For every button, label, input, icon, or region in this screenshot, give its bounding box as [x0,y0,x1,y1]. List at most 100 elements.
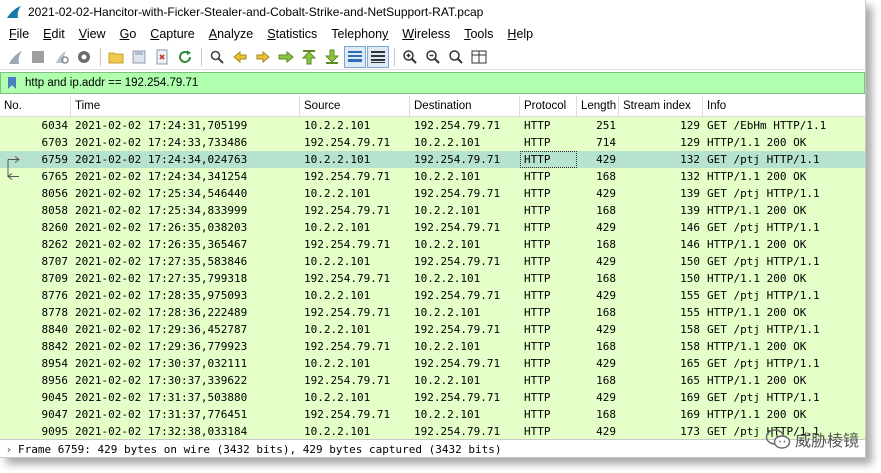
menu-item-edit[interactable]: Edit [36,27,72,41]
column-header-source[interactable]: Source [300,96,410,117]
cell-time-text: 2021-02-02 17:28:35,975093 [75,289,248,302]
cell-length: 429 [577,389,619,406]
restart-capture-icon[interactable] [50,46,72,68]
close-file-icon[interactable] [151,46,173,68]
capture-options-icon[interactable] [73,46,95,68]
cell-source-text: 10.2.2.101 [304,391,371,404]
menu-item-capture[interactable]: Capture [143,27,201,41]
open-file-icon[interactable] [105,46,127,68]
stop-capture-icon[interactable] [27,46,49,68]
menu-item-tools[interactable]: Tools [457,27,500,41]
colorize-icon[interactable] [367,45,389,68]
cell-info: HTTP/1.1 200 OK [703,406,865,423]
find-packet-icon[interactable] [206,46,228,68]
table-row[interactable]: 6765 2021-02-02 17:24:34,341254 192.254.79… [0,168,865,185]
table-row[interactable]: 8842 2021-02-02 17:29:36,779923 192.254.79… [0,338,865,355]
column-header-length[interactable]: Length [577,96,619,117]
cell-time: 2021-02-02 17:32:38,033184 [71,423,300,439]
normal-size-icon[interactable] [445,46,467,68]
bookmark-icon[interactable] [5,75,19,91]
go-back-icon[interactable] [229,46,251,68]
table-row[interactable]: 6034 2021-02-02 17:24:31,705199 10.2.2.101… [0,117,865,134]
table-row[interactable]: 8707 2021-02-02 17:27:35,583846 10.2.2.101… [0,253,865,270]
cell-protocol: HTTP [520,389,577,406]
column-header-time[interactable]: Time [71,96,300,117]
cell-no-text: 9045 [41,391,69,404]
cell-length-text: 429 [596,391,616,404]
cell-stream-index-text: 132 [680,153,700,166]
column-header-protocol[interactable]: Protocol [520,96,577,117]
table-row[interactable]: 8956 2021-02-02 17:30:37,339622 192.254.79… [0,372,865,389]
menu-item-view[interactable]: View [72,27,113,41]
table-row[interactable]: 9045 2021-02-02 17:31:37,503880 10.2.2.101… [0,389,865,406]
menu-item-analyze[interactable]: Analyze [202,27,260,41]
table-row[interactable]: 6703 2021-02-02 17:24:33,733486 192.254.79… [0,134,865,151]
table-row[interactable]: 9047 2021-02-02 17:31:37,776451 192.254.79… [0,406,865,423]
table-row[interactable]: 6759 2021-02-02 17:24:34,024763 10.2.2.101… [0,151,865,168]
display-filter-bar[interactable]: http and ip.addr == 192.254.79.71 [0,72,865,94]
cell-time-text: 2021-02-02 17:29:36,779923 [75,340,248,353]
cell-length-text: 429 [596,255,616,268]
resize-columns-icon[interactable] [468,46,490,68]
cell-length: 429 [577,185,619,202]
cell-protocol: HTTP [520,134,577,151]
zoom-out-icon[interactable] [422,46,444,68]
table-row[interactable]: 8776 2021-02-02 17:28:35,975093 10.2.2.101… [0,287,865,304]
menu-item-telephony[interactable]: Telephony [324,27,395,41]
cell-source-text: 10.2.2.101 [304,323,371,336]
table-row[interactable]: 8056 2021-02-02 17:25:34,546440 10.2.2.101… [0,185,865,202]
go-to-packet-icon[interactable] [275,46,297,68]
go-forward-icon[interactable] [252,46,274,68]
save-file-icon[interactable] [128,46,150,68]
cell-destination-text: 192.254.79.71 [414,323,501,336]
column-header-stream-index[interactable]: Stream index [619,96,703,117]
cell-info-text: GET /ptj HTTP/1.1 [707,153,820,166]
cell-protocol-text: HTTP [524,340,551,353]
column-header-destination[interactable]: Destination [410,96,520,117]
cell-destination-text: 192.254.79.71 [414,357,501,370]
cell-no: 8707 [0,253,71,270]
chevron-right-icon[interactable]: › [0,443,18,456]
menu-item-file[interactable]: File [2,27,36,41]
table-row[interactable]: 8840 2021-02-02 17:29:36,452787 10.2.2.101… [0,321,865,338]
cell-stream-index: 146 [619,219,703,236]
table-row[interactable]: 9095 2021-02-02 17:32:38,033184 10.2.2.101… [0,423,865,439]
cell-stream-index: 165 [619,372,703,389]
cell-no: 8776 [0,287,71,304]
table-row[interactable]: 8709 2021-02-02 17:27:35,799318 192.254.79… [0,270,865,287]
start-capture-icon[interactable] [4,46,26,68]
table-row[interactable]: 8778 2021-02-02 17:28:36,222489 192.254.79… [0,304,865,321]
table-row[interactable]: 8058 2021-02-02 17:25:34,833999 192.254.79… [0,202,865,219]
go-last-packet-icon[interactable] [321,46,343,68]
cell-stream-index-text: 169 [680,408,700,421]
cell-source: 192.254.79.71 [300,304,410,321]
auto-scroll-icon[interactable] [344,45,366,68]
reload-icon[interactable] [174,46,196,68]
cell-no-text: 8776 [41,289,69,302]
cell-time-text: 2021-02-02 17:25:34,546440 [75,187,248,200]
column-header-info[interactable]: Info [703,96,865,117]
cell-no: 9047 [0,406,71,423]
go-first-packet-icon[interactable] [298,46,320,68]
menu-item-statistics[interactable]: Statistics [260,27,324,41]
menu-item-wireless[interactable]: Wireless [395,27,457,41]
column-header-no[interactable]: No. [0,96,71,117]
cell-info-text: GET /ptj HTTP/1.1 [707,255,820,268]
menu-item-help[interactable]: Help [500,27,540,41]
cell-no: 8260 [0,219,71,236]
cell-length: 168 [577,304,619,321]
cell-no: 6034 [0,117,71,134]
table-row[interactable]: 8260 2021-02-02 17:26:35,038203 10.2.2.101… [0,219,865,236]
zoom-in-icon[interactable] [399,46,421,68]
cell-destination-text: 192.254.79.71 [414,119,501,132]
cell-length-text: 429 [596,221,616,234]
display-filter-input[interactable]: http and ip.addr == 192.254.79.71 [25,77,198,89]
cell-protocol-text: HTTP [524,136,551,149]
cell-stream-index: 129 [619,117,703,134]
cell-time: 2021-02-02 17:24:34,341254 [71,168,300,185]
detail-frame-summary[interactable]: Frame 6759: 429 bytes on wire (3432 bits… [18,443,501,456]
table-row[interactable]: 8262 2021-02-02 17:26:35,365467 192.254.79… [0,236,865,253]
table-row[interactable]: 8954 2021-02-02 17:30:37,032111 10.2.2.101… [0,355,865,372]
cell-length-text: 168 [596,238,616,251]
menu-item-go[interactable]: Go [113,27,144,41]
